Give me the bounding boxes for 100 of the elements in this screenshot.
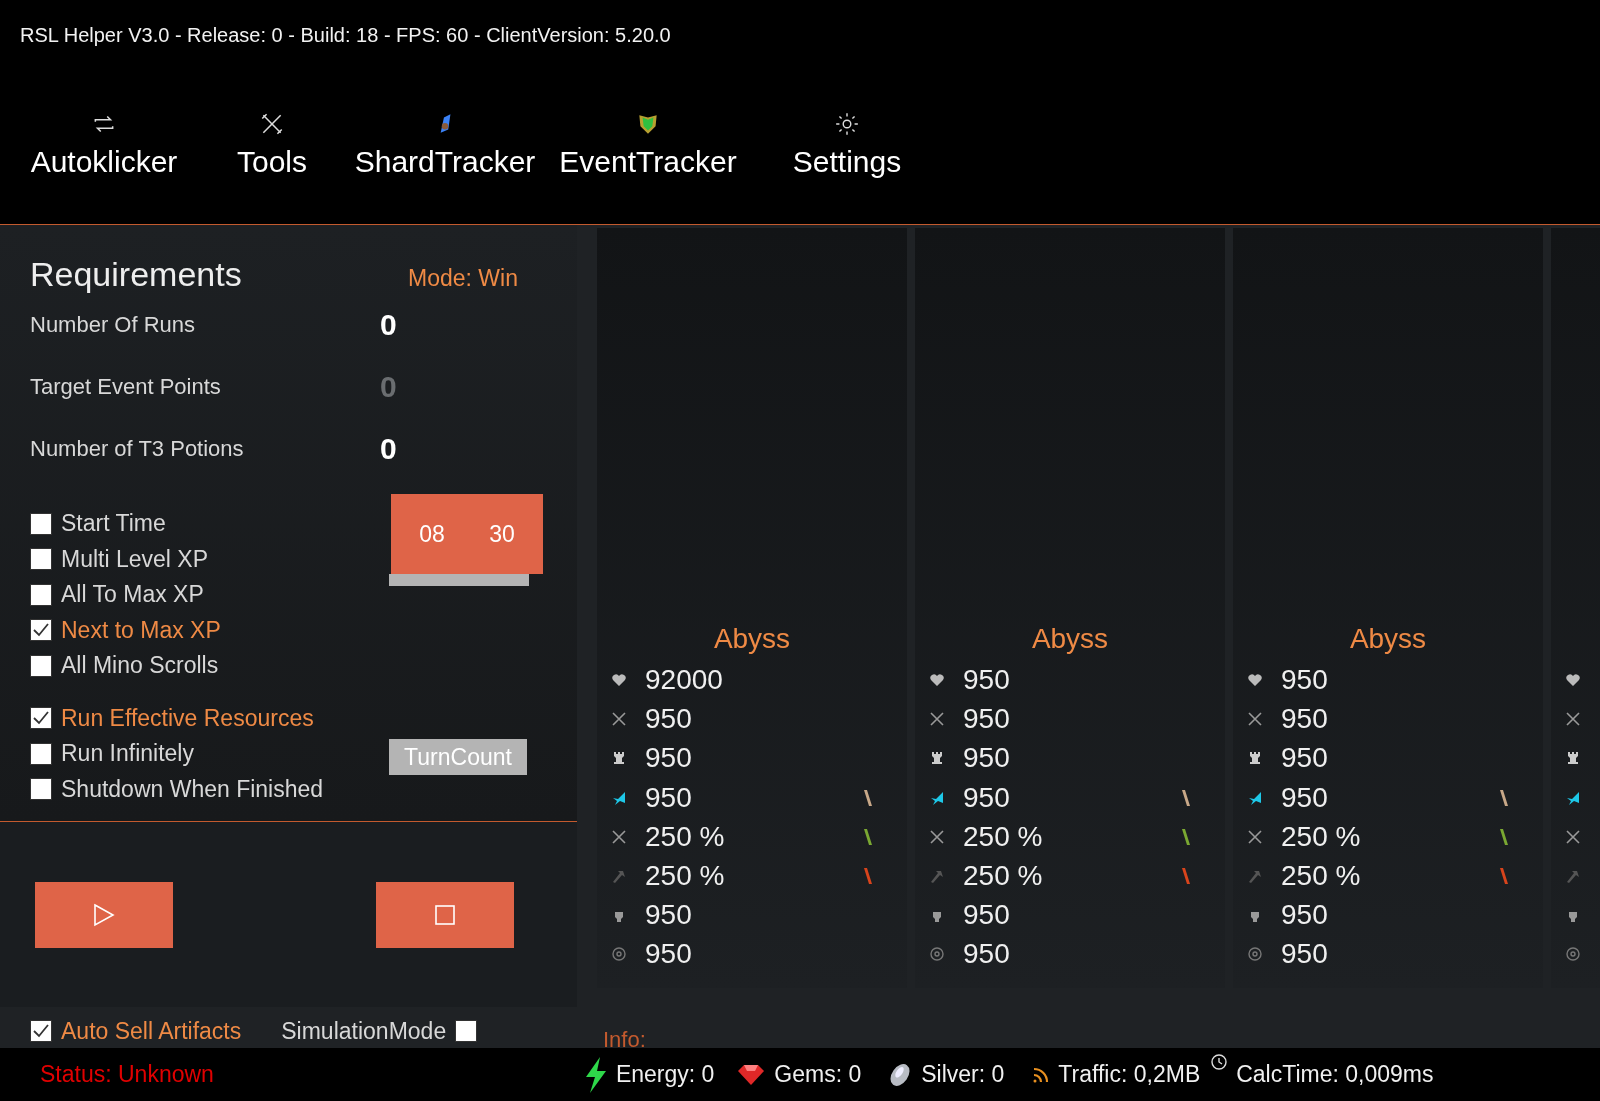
option-label: Run Effective Resources <box>61 704 314 732</box>
crossed-swords-icon <box>929 828 945 845</box>
heart-icon <box>929 672 945 689</box>
status-item: CalcTime: 0,009ms <box>1236 1061 1434 1088</box>
tools-icon <box>259 111 285 137</box>
axe-icon <box>1565 868 1581 885</box>
stat-value: 250 % <box>1281 820 1362 853</box>
checkbox[interactable] <box>30 512 52 535</box>
gem-icon <box>736 1062 767 1087</box>
axe-icon <box>929 868 945 885</box>
option-label: Auto Sell Artifacts <box>61 1017 242 1045</box>
axe-icon <box>1247 868 1263 885</box>
stat-value: 950 <box>963 742 1011 775</box>
nav-tab[interactable]: ShardTracker <box>356 111 534 179</box>
stat-value: 950 <box>1281 899 1329 932</box>
card-title: Abyss <box>1030 622 1110 656</box>
stat-value: 250 % <box>1281 860 1362 893</box>
checkbox[interactable] <box>30 1020 52 1042</box>
checkbox[interactable] <box>30 742 52 765</box>
stat-value: 250 % <box>645 860 726 893</box>
window-title: RSL Helper V3.0 - Release: 0 - Build: 18 - FPS: 60 - ClientVersion: 5.20.0 <box>20 24 672 47</box>
field-label: Number of T3 Potions <box>30 436 245 462</box>
potion-icon <box>1499 788 1509 807</box>
checkbox[interactable] <box>30 548 52 571</box>
stat-value: 950 <box>645 781 693 814</box>
stat-value: 950 <box>963 664 1011 697</box>
card-title: Abyss <box>1348 622 1428 656</box>
section-title: Requirements <box>30 255 243 294</box>
potion-icon <box>1499 827 1509 846</box>
stat-value: 250 % <box>645 820 726 853</box>
potion-icon <box>1181 788 1191 807</box>
status-item: Gems: 0 <box>774 1061 862 1088</box>
crossed-swords-icon <box>1247 828 1263 845</box>
nav-tab[interactable]: Autoklicker <box>20 111 188 179</box>
stat-value: 950 <box>963 899 1011 932</box>
crossed-swords-icon <box>611 828 627 845</box>
crossed-swords-icon <box>1565 828 1581 845</box>
checkbox[interactable] <box>30 654 52 677</box>
crossed-swords-icon <box>1247 711 1263 728</box>
status-item: Traffic: 0,2MB <box>1058 1061 1201 1088</box>
rss-icon <box>1032 1065 1051 1084</box>
stat-value: 250 % <box>963 860 1044 893</box>
tower-icon <box>1565 750 1581 767</box>
heart-icon <box>1247 672 1263 689</box>
card-title: Abyss <box>712 622 792 656</box>
lightning-icon <box>583 1056 608 1093</box>
potion-icon <box>863 788 873 807</box>
nav-tab[interactable]: Tools <box>188 111 356 179</box>
axe-icon <box>611 868 627 885</box>
hour-value: 08 <box>419 520 445 548</box>
potion-icon <box>1499 867 1509 886</box>
settings-icon <box>834 111 860 137</box>
stat-value: 950 <box>963 781 1011 814</box>
crossed-swords-icon <box>929 711 945 728</box>
nav-tab[interactable]: Settings <box>762 111 932 179</box>
stat-value: 950 <box>1281 703 1329 736</box>
field-label: Number Of Runs <box>30 312 197 338</box>
option-label: SimulationMode <box>281 1017 447 1045</box>
stat-value: 250 % <box>963 820 1044 853</box>
info-label: Info: <box>602 1026 647 1048</box>
checkbox[interactable] <box>30 707 52 730</box>
stat-value: 950 <box>1281 781 1329 814</box>
option-label: Start Time <box>61 510 166 538</box>
tower-icon <box>1247 750 1263 767</box>
stop-icon <box>435 904 455 925</box>
stat-value: 950 <box>645 899 693 932</box>
crossed-swords-icon <box>1565 711 1581 728</box>
status-item: Silver: 0 <box>921 1061 1005 1088</box>
mode-label: Mode: Win <box>408 265 518 292</box>
tower-icon <box>611 750 627 767</box>
minute-value: 30 <box>489 520 515 548</box>
stat-value: 950 <box>645 742 693 775</box>
option-label: Multi Level XP <box>61 545 208 573</box>
stat-value: 92000 <box>645 664 724 697</box>
stat-value: 950 <box>963 938 1011 971</box>
heart-icon <box>611 672 627 689</box>
potion-icon <box>1181 867 1191 886</box>
number-field[interactable]: 0 <box>380 432 397 466</box>
stat-value: 950 <box>1281 664 1329 697</box>
stat-value: 950 <box>645 938 693 971</box>
checkbox[interactable] <box>455 1020 478 1042</box>
option-label: Next to Max XP <box>61 616 221 644</box>
target-icon <box>611 946 627 963</box>
crossed-swords-icon <box>611 711 627 728</box>
stat-value: 950 <box>645 703 693 736</box>
number-field[interactable]: 0 <box>380 308 397 342</box>
nav-tab[interactable]: EventTracker <box>534 111 762 179</box>
potion-icon <box>863 867 873 886</box>
target-icon <box>1565 946 1581 963</box>
checkbox[interactable] <box>30 778 52 801</box>
target-icon <box>929 946 945 963</box>
option-label: All Mino Scrolls <box>61 652 219 680</box>
field-label: Target Event Points <box>30 374 222 400</box>
checkbox[interactable] <box>30 619 52 642</box>
checkbox[interactable] <box>30 583 52 606</box>
option-label: All To Max XP <box>61 581 204 609</box>
clock-icon <box>1210 1053 1229 1071</box>
stat-value: 950 <box>1281 938 1329 971</box>
status-item: Energy: 0 <box>615 1061 715 1088</box>
stat-value: 950 <box>1281 742 1329 775</box>
